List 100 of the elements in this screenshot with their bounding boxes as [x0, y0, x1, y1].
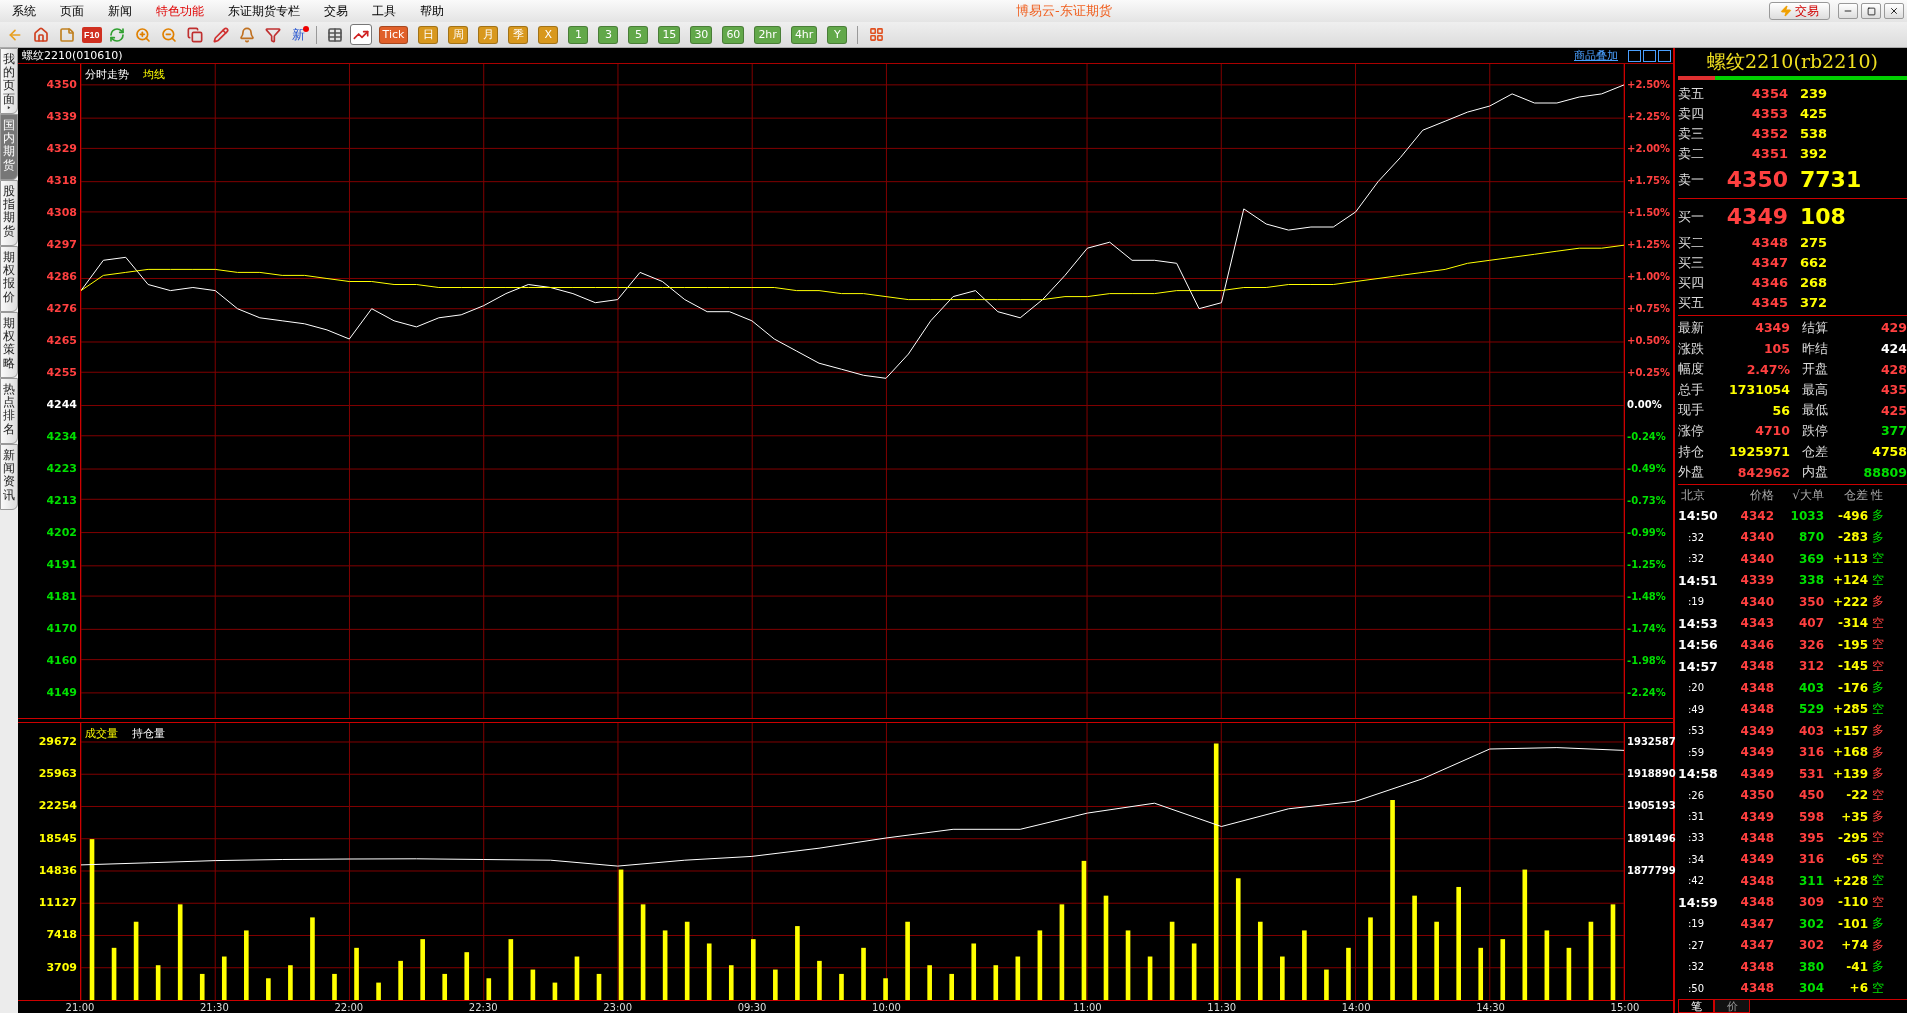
- stat-value: 4349: [1754, 320, 1790, 336]
- trade-oi-change: +139: [1831, 766, 1868, 781]
- menu-item[interactable]: 工具: [360, 2, 408, 20]
- bar: [1522, 869, 1528, 1000]
- order-volume: 239: [1799, 86, 1829, 102]
- column-header: 性: [1870, 486, 1884, 504]
- news-button[interactable]: 新: [287, 25, 309, 44]
- sidebar-tab[interactable]: 期权报价: [0, 246, 18, 312]
- minimize-button[interactable]: [1838, 3, 1858, 19]
- percent-label: -0.99%: [1626, 525, 1666, 540]
- time-label: 14:30: [1476, 1001, 1505, 1013]
- trade-volume: 309: [1797, 895, 1824, 910]
- legend-label: 均线: [143, 67, 165, 82]
- sidebar-tab[interactable]: 新闻资讯: [0, 444, 18, 510]
- percent-label: -2.24%: [1626, 685, 1666, 700]
- stat-label: 结算: [1801, 318, 1829, 337]
- menu-item[interactable]: 页面: [48, 2, 96, 20]
- period-button[interactable]: 1: [568, 25, 589, 44]
- sidebar-tab[interactable]: 热点排名: [0, 378, 18, 444]
- period-button[interactable]: 5: [628, 25, 649, 44]
- trade-volume: 326: [1797, 637, 1824, 652]
- tab[interactable]: 笔: [1678, 1000, 1714, 1013]
- bar: [1368, 917, 1373, 1000]
- stat-value: 377: [1879, 423, 1907, 439]
- trade-volume: 403: [1797, 680, 1824, 695]
- trade-oi-change: -295: [1836, 831, 1868, 845]
- stat-label: 持仓: [1678, 442, 1705, 461]
- order-price: 4354: [1750, 86, 1788, 102]
- order-price: 4349: [1725, 204, 1788, 230]
- price-tick: 4286: [46, 268, 78, 285]
- maximize-button[interactable]: [1861, 3, 1881, 19]
- panel-icon[interactable]: [1643, 49, 1656, 62]
- percent-label: +2.00%: [1626, 141, 1671, 156]
- stat-value: 105: [1762, 341, 1790, 357]
- percent-label: +0.25%: [1626, 365, 1671, 380]
- menu-item[interactable]: 交易: [312, 2, 360, 20]
- f10-button[interactable]: F10: [82, 26, 102, 43]
- panel-icon[interactable]: [1658, 49, 1671, 62]
- bar: [905, 921, 910, 1000]
- period-button[interactable]: Y: [827, 25, 848, 44]
- bar: [839, 973, 844, 1000]
- period-button[interactable]: Tick: [378, 25, 409, 44]
- time-label: 11:30: [1207, 1001, 1237, 1013]
- overlay-link[interactable]: 商品叠加: [1574, 48, 1618, 63]
- bar: [420, 939, 425, 1000]
- trade-nature: 空: [1871, 979, 1885, 997]
- trade-volume: 870: [1797, 530, 1824, 545]
- sidebar-tab[interactable]: 我的页面: [0, 48, 18, 114]
- price-tick: 4181: [46, 588, 78, 605]
- menu-item[interactable]: 系统: [0, 2, 48, 20]
- stat-label: 最高: [1801, 380, 1829, 399]
- bar: [1456, 886, 1461, 1000]
- bar: [706, 943, 712, 1000]
- trade-oi-change: +157: [1831, 723, 1868, 738]
- period-button[interactable]: 3: [598, 25, 619, 44]
- price-tick: 4308: [46, 204, 78, 221]
- sidebar-tab[interactable]: 国内期货: [0, 114, 18, 180]
- order-volume: 7731: [1799, 167, 1858, 193]
- bar: [376, 982, 381, 1000]
- bar: [464, 952, 470, 1000]
- price-tick: 4350: [46, 76, 78, 93]
- tab[interactable]: 价: [1714, 1000, 1750, 1013]
- menu-item[interactable]: 东证期货专栏: [216, 2, 312, 20]
- bar: [1390, 800, 1395, 1000]
- stat-value: 1925971: [1728, 444, 1790, 460]
- trade-volume: 350: [1797, 594, 1824, 609]
- bar: [398, 960, 403, 1000]
- trade-volume: 302: [1797, 938, 1824, 953]
- trade-button[interactable]: 交易: [1769, 2, 1830, 20]
- stat-value: 1731054: [1728, 382, 1790, 398]
- panel-icon[interactable]: [1628, 49, 1641, 62]
- trade-oi-change: +228: [1831, 873, 1868, 888]
- trade-oi-change: -110: [1836, 895, 1868, 910]
- menu-item[interactable]: 帮助: [408, 2, 456, 20]
- trade-price: 4348: [1739, 680, 1774, 695]
- order-label: 卖三: [1678, 124, 1705, 143]
- trade-time: 14:50: [1678, 508, 1719, 524]
- period-button[interactable]: 4hr: [790, 25, 818, 44]
- menu-item[interactable]: 新闻: [96, 2, 144, 20]
- quote-title: 螺纹2210(rb2210): [1706, 48, 1879, 74]
- time-label: 09:30: [737, 1001, 767, 1013]
- percent-label: +1.00%: [1626, 269, 1671, 284]
- trade-time: :42: [1687, 875, 1706, 887]
- period-button[interactable]: 15: [658, 25, 681, 44]
- bar: [221, 956, 227, 1000]
- sidebar-tab[interactable]: 股指期货: [0, 180, 18, 246]
- close-button[interactable]: [1884, 3, 1904, 19]
- period-button[interactable]: 60: [722, 25, 745, 44]
- period-button[interactable]: 30: [690, 25, 713, 44]
- menu-item[interactable]: 特色功能: [144, 2, 216, 20]
- time-label: 22:30: [468, 1001, 498, 1013]
- period-button[interactable]: 2hr: [754, 25, 781, 44]
- trade-price: 4349: [1739, 766, 1774, 781]
- percent-label: +2.25%: [1626, 109, 1671, 124]
- bar: [795, 926, 800, 1000]
- stat-value: 2.47%: [1745, 361, 1790, 377]
- line-chart-icon[interactable]: [349, 24, 372, 45]
- column-header: 仓差: [1843, 486, 1868, 504]
- percent-label: +1.25%: [1626, 237, 1671, 252]
- sidebar-tab[interactable]: 期权策略: [0, 312, 18, 378]
